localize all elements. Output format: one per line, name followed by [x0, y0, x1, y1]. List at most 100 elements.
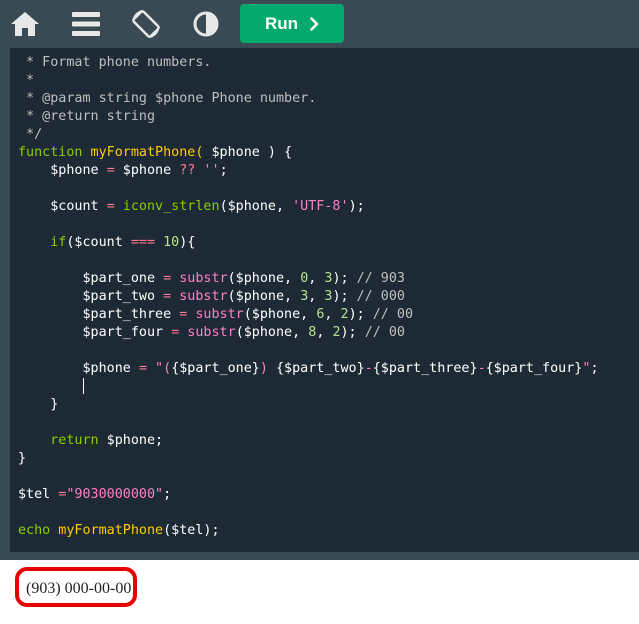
- code-token: =: [138, 361, 147, 376]
- menu-icon[interactable]: [70, 8, 102, 40]
- text-cursor: [82, 378, 84, 394]
- code-content[interactable]: * Format phone numbers. * * @param strin…: [18, 54, 599, 540]
- code-line: $tel ="9030000000";: [18, 486, 599, 504]
- run-button-label: Run: [264, 13, 299, 33]
- code-line: }: [18, 396, 599, 414]
- code-token: );: [348, 199, 365, 214]
- code-editor[interactable]: * Format phone numbers. * * @param strin…: [10, 48, 639, 552]
- code-line: echo myFormatPhone($tel);: [18, 522, 599, 540]
- code-token: $part_four: [18, 325, 172, 340]
- code-line: }: [18, 450, 599, 468]
- code-token: 10: [155, 235, 180, 250]
- code-token: }: [18, 397, 59, 412]
- code-token: myFormatPhone: [50, 523, 164, 538]
- output-result: (903) 000-00-00: [26, 580, 132, 597]
- code-line: [18, 378, 599, 396]
- code-line: * Format phone numbers.: [18, 54, 599, 72]
- code-token: ){: [179, 235, 196, 250]
- code-line: $part_one = substr($phone, 0, 3); // 903: [18, 270, 599, 288]
- code-token: $phone: [18, 163, 107, 178]
- code-token: {$part_two}: [276, 361, 365, 376]
- code-token: ;: [219, 163, 228, 178]
- output-panel: (903) 000-00-00: [0, 560, 639, 624]
- code-token: // 903: [356, 271, 405, 286]
- code-line: $part_four = substr($phone, 8, 2); // 00: [18, 324, 599, 342]
- code-line: * @param string $phone Phone number.: [18, 90, 599, 108]
- code-line: $count = iconv_strlen($phone, 'UTF-8');: [18, 198, 599, 216]
- code-token: $part_two: [18, 289, 164, 304]
- code-token: iconv_strlen: [114, 199, 220, 214]
- code-token: );: [332, 271, 357, 286]
- code-token: $phone: [211, 145, 260, 160]
- code-token: $phone;: [98, 433, 164, 448]
- code-line: $phone = "({$part_one}) {$part_two}-{$pa…: [18, 360, 599, 378]
- code-token: =: [106, 199, 115, 214]
- code-token: ,: [308, 271, 325, 286]
- code-token: =: [163, 289, 172, 304]
- code-token: // 00: [372, 307, 414, 322]
- home-icon[interactable]: [9, 8, 41, 40]
- rotate-layout-icon[interactable]: [130, 8, 162, 40]
- code-token: // 000: [356, 289, 405, 304]
- code-token: // 00: [364, 325, 405, 340]
- code-token: ,: [316, 325, 333, 340]
- code-line: return $phone;: [18, 432, 599, 450]
- code-line: */: [18, 126, 599, 144]
- code-token: 2: [340, 307, 349, 322]
- code-token: );: [348, 307, 373, 322]
- code-token: $phone: [18, 361, 139, 376]
- run-button[interactable]: Run: [240, 4, 344, 43]
- code-token: {$part_three}: [372, 361, 478, 376]
- code-token: 'UTF-8': [292, 199, 349, 214]
- code-token: ($phone,: [219, 199, 293, 214]
- code-token: ;: [590, 361, 599, 376]
- toolbar: Run: [0, 0, 639, 48]
- code-line: *: [18, 72, 599, 90]
- code-token: =: [163, 271, 172, 286]
- code-token: );: [340, 325, 365, 340]
- code-token: "(: [147, 361, 172, 376]
- code-token: myFormatPhone(: [82, 145, 212, 160]
- code-token: ,: [308, 289, 325, 304]
- chevron-right-icon: [310, 16, 319, 31]
- code-token: ($phone,: [227, 289, 301, 304]
- code-token: ): [259, 361, 276, 376]
- code-line: if($count === 10){: [18, 234, 599, 252]
- code-token: if: [50, 235, 67, 250]
- code-token: echo: [18, 523, 51, 538]
- code-token: * @return string: [18, 109, 156, 124]
- contrast-icon[interactable]: [190, 8, 222, 40]
- code-token: {$part_one}: [171, 361, 260, 376]
- code-token: $phone: [114, 163, 180, 178]
- code-token: ($phone,: [227, 271, 301, 286]
- code-line: function myFormatPhone( $phone ) {: [18, 144, 599, 162]
- code-token: function: [18, 145, 83, 160]
- code-token: $tel: [18, 487, 59, 502]
- code-token: substr: [187, 307, 244, 322]
- code-line: * @return string: [18, 108, 599, 126]
- code-token: *: [18, 73, 35, 88]
- code-token: $part_one: [18, 271, 164, 286]
- code-token: return: [50, 433, 99, 448]
- code-token: ===: [130, 235, 156, 250]
- code-line: $part_three = substr($phone, 6, 2); // 0…: [18, 306, 599, 324]
- code-token: substr: [179, 325, 236, 340]
- code-token: {$part_four}: [485, 361, 583, 376]
- code-token: ($phone,: [243, 307, 317, 322]
- code-token: "9030000000": [66, 487, 164, 502]
- code-token: );: [332, 289, 357, 304]
- code-token: ) {: [259, 145, 293, 160]
- code-token: ??: [179, 163, 196, 178]
- editor-frame: * Format phone numbers. * * @param strin…: [0, 48, 639, 560]
- code-token: substr: [171, 289, 228, 304]
- code-token: ,: [324, 307, 341, 322]
